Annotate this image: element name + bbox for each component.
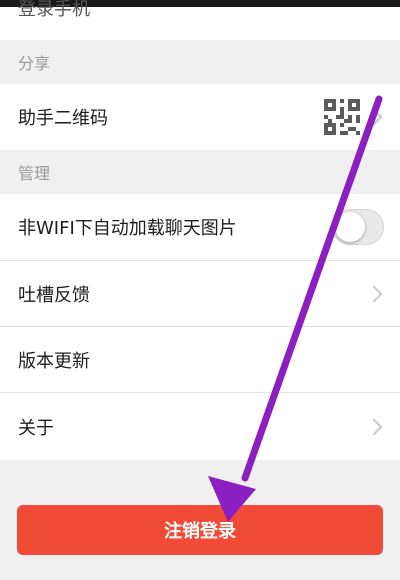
- qr-code-icon: [324, 99, 360, 135]
- row-qr-code-label: 助手二维码: [18, 108, 108, 129]
- row-feedback-label: 吐槽反馈: [18, 284, 90, 306]
- partially-visible-row-label: 登录手机: [18, 0, 90, 20]
- row-about[interactable]: 关于: [0, 393, 400, 460]
- logout-button[interactable]: 注销登录: [17, 505, 383, 555]
- row-auto-load-images-label: 非WIFI下自动加载聊天图片: [18, 218, 237, 239]
- chevron-right-icon: [365, 285, 383, 302]
- chevron-right-icon: [365, 418, 383, 435]
- partially-visible-row[interactable]: 登录手机: [0, 0, 400, 41]
- section-header-manage-label: 管理: [18, 164, 51, 183]
- row-update[interactable]: 版本更新: [0, 327, 400, 392]
- toggle-knob: [335, 212, 365, 242]
- row-qr-code[interactable]: 助手二维码: [0, 84, 400, 150]
- section-header-share: 分享: [0, 40, 400, 84]
- auto-load-images-toggle[interactable]: [332, 209, 384, 245]
- row-update-label: 版本更新: [18, 350, 90, 372]
- row-auto-load-images[interactable]: 非WIFI下自动加载聊天图片: [0, 194, 400, 260]
- row-about-label: 关于: [18, 417, 54, 439]
- row-feedback[interactable]: 吐槽反馈: [0, 261, 400, 326]
- section-header-share-label: 分享: [18, 54, 51, 73]
- section-header-manage: 管理: [0, 150, 400, 194]
- chevron-right-icon: [365, 108, 383, 126]
